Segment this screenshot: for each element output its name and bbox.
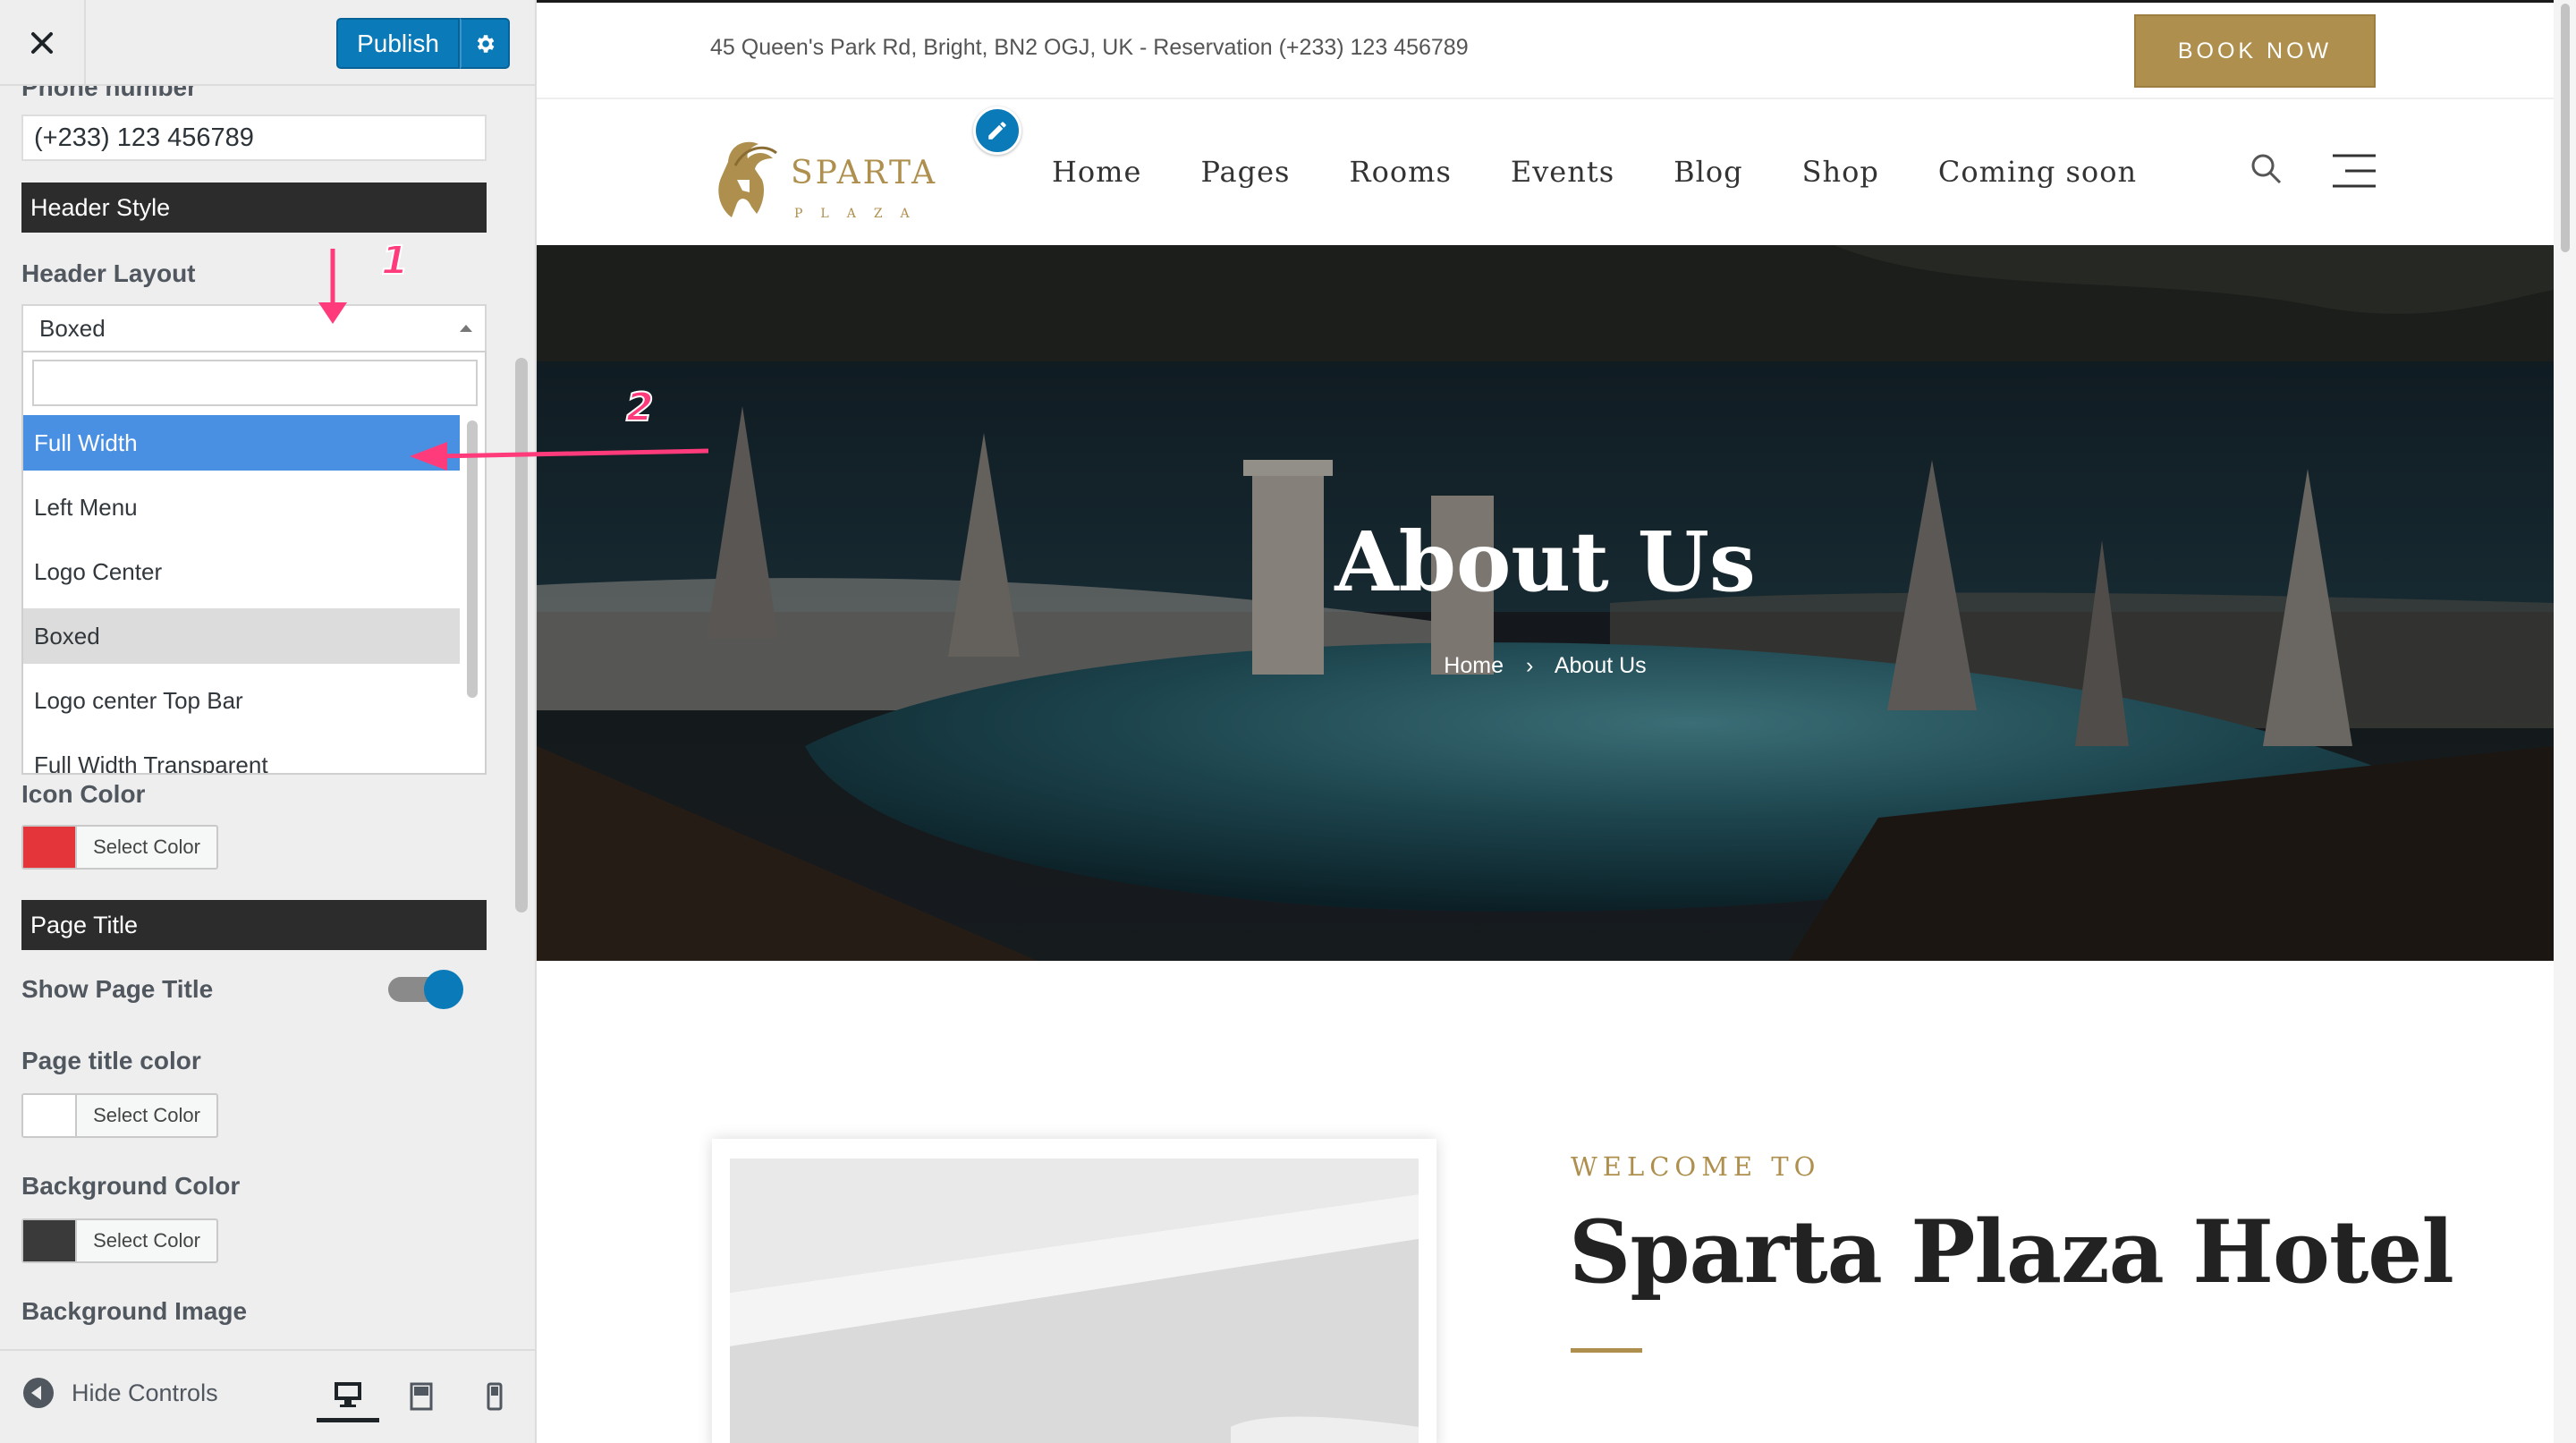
topbar-reservation: Reservation (+233) 123 456789 xyxy=(1153,35,1469,60)
menu-item-blog[interactable]: Blog xyxy=(1674,155,1743,189)
dropdown-option-boxed[interactable]: Boxed xyxy=(23,608,460,664)
menu-item-events[interactable]: Events xyxy=(1511,155,1614,189)
show-page-title-label: Show Page Title xyxy=(21,975,214,1003)
main-menu: Home Pages Rooms Events Blog Shop Coming… xyxy=(1052,155,2196,189)
welcome-eyebrow: WELCOME TO xyxy=(1571,1151,1821,1182)
logo-name: SPARTA xyxy=(791,155,938,191)
background-color-label: Background Color xyxy=(21,1172,241,1200)
select-color-label: Select Color xyxy=(93,1104,200,1126)
about-image-graphic xyxy=(730,1159,1419,1443)
hotel-title: Sparta Plaza Hotel xyxy=(1569,1201,2454,1303)
page-title-color-label: Page title color xyxy=(21,1047,201,1074)
about-image xyxy=(730,1159,1419,1443)
site-navbar: SPARTA PLAZA Home Pages Rooms Events Blo… xyxy=(537,101,2554,244)
desktop-icon xyxy=(335,1381,361,1407)
breadcrumb-home[interactable]: Home xyxy=(1444,653,1504,678)
preview-tablet-button[interactable] xyxy=(390,1371,453,1422)
breadcrumb-current: About Us xyxy=(1554,653,1647,678)
hide-controls-label: Hide Controls xyxy=(72,1379,218,1406)
dropdown-option-full-width-transparent[interactable]: Full Width Transparent xyxy=(23,737,460,774)
pencil-icon xyxy=(988,122,1006,140)
tablet-icon xyxy=(410,1382,433,1411)
title-divider xyxy=(1571,1348,1642,1353)
about-image-frame xyxy=(712,1139,1436,1443)
hamburger-menu-icon[interactable] xyxy=(2331,153,2377,189)
book-now-button[interactable]: BOOK NOW xyxy=(2134,14,2376,88)
hide-controls-button[interactable]: Hide Controls xyxy=(23,1378,218,1408)
breadcrumb: Home › About Us xyxy=(537,653,2554,679)
background-color-picker[interactable]: Select Color xyxy=(21,1218,218,1263)
show-page-title-toggle[interactable] xyxy=(388,970,463,1009)
search-icon[interactable] xyxy=(2250,153,2283,185)
customizer-footer: Hide Controls xyxy=(0,1349,535,1443)
dropdown-option-logo-center[interactable]: Logo Center xyxy=(23,544,460,599)
menu-item-pages[interactable]: Pages xyxy=(1200,155,1290,189)
page-title-hero: About Us Home › About Us xyxy=(537,245,2554,961)
menu-item-shop[interactable]: Shop xyxy=(1802,155,1879,189)
page-title-color-picker[interactable]: Select Color xyxy=(21,1093,218,1138)
dropdown-option-logo-center-top-bar[interactable]: Logo center Top Bar xyxy=(23,673,460,728)
background-image-label: Background Image xyxy=(21,1297,248,1325)
annotation-arrow-2 xyxy=(434,448,709,459)
topbar-contact: 45 Queen's Park Rd, Bright, BN2 OGJ, UK … xyxy=(710,35,1469,60)
page-title-color-swatch xyxy=(23,1095,77,1136)
page-title-section: Page Title xyxy=(21,900,487,950)
icon-color-label: Icon Color xyxy=(21,780,146,808)
page-title: About Us xyxy=(1335,514,1756,610)
toggle-knob xyxy=(424,970,463,1009)
logo-subtitle: PLAZA xyxy=(794,207,928,221)
site-preview: 45 Queen's Park Rd, Bright, BN2 OGJ, UK … xyxy=(537,0,2554,1443)
menu-item-home[interactable]: Home xyxy=(1052,155,1141,189)
edit-shortcut-button[interactable] xyxy=(973,106,1021,155)
site-topbar: 45 Queen's Park Rd, Bright, BN2 OGJ, UK … xyxy=(537,3,2554,99)
preview-mobile-button[interactable] xyxy=(463,1371,526,1422)
icon-color-picker[interactable]: Select Color xyxy=(21,825,218,870)
icon-color-swatch xyxy=(23,827,77,868)
annotation-step-2: 2 xyxy=(625,384,655,431)
menu-item-coming-soon[interactable]: Coming soon xyxy=(1938,155,2137,189)
select-color-label: Select Color xyxy=(93,1229,200,1252)
mobile-icon xyxy=(487,1382,503,1411)
breadcrumb-separator-icon: › xyxy=(1525,653,1534,678)
collapse-icon xyxy=(23,1378,54,1408)
select-color-label: Select Color xyxy=(93,836,200,858)
background-color-swatch xyxy=(23,1220,77,1261)
preview-scrollbar[interactable] xyxy=(2554,0,2576,1443)
preview-desktop-button[interactable] xyxy=(317,1371,379,1422)
preview-scrollbar-thumb[interactable] xyxy=(2561,4,2570,252)
annotation-step-1: 1 xyxy=(380,237,410,284)
menu-item-rooms[interactable]: Rooms xyxy=(1349,155,1451,189)
